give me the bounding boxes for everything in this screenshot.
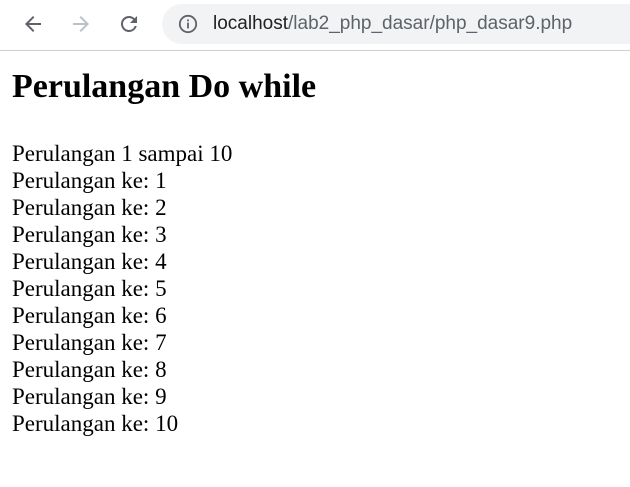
output-line: Perulangan ke: 1 [12, 168, 167, 193]
arrow-right-icon [73, 16, 89, 32]
output-line: Perulangan ke: 6 [12, 303, 167, 328]
url-text[interactable]: localhost/lab2_php_dasar/php_dasar9.php [213, 13, 572, 35]
reload-button[interactable] [114, 9, 144, 39]
output-line: Perulangan ke: 3 [12, 222, 167, 247]
info-icon[interactable] [178, 14, 198, 34]
output-heading-line: Perulangan 1 sampai 10 [12, 141, 233, 166]
loop-output: Perulangan 1 sampai 10 Perulangan ke: 1 … [12, 140, 612, 437]
arrow-left-icon [25, 16, 41, 32]
page-content: Perulangan Do while Perulangan 1 sampai … [12, 51, 612, 437]
output-line: Perulangan ke: 4 [12, 249, 167, 274]
forward-button[interactable] [66, 9, 96, 39]
output-line: Perulangan ke: 8 [12, 357, 167, 382]
browser-toolbar: localhost/lab2_php_dasar/php_dasar9.php [0, 0, 630, 51]
url-path: /lab2_php_dasar/php_dasar9.php [288, 13, 573, 34]
address-bar[interactable]: localhost/lab2_php_dasar/php_dasar9.php [162, 4, 630, 44]
output-line: Perulangan ke: 9 [12, 384, 167, 409]
output-line: Perulangan ke: 7 [12, 330, 167, 355]
output-line: Perulangan ke: 2 [12, 195, 167, 220]
reload-icon [121, 15, 137, 32]
output-line: Perulangan ke: 10 [12, 411, 179, 436]
url-host: localhost [213, 13, 288, 34]
back-button[interactable] [18, 9, 48, 39]
page-title: Perulangan Do while [12, 68, 317, 105]
output-line: Perulangan ke: 5 [12, 276, 167, 301]
